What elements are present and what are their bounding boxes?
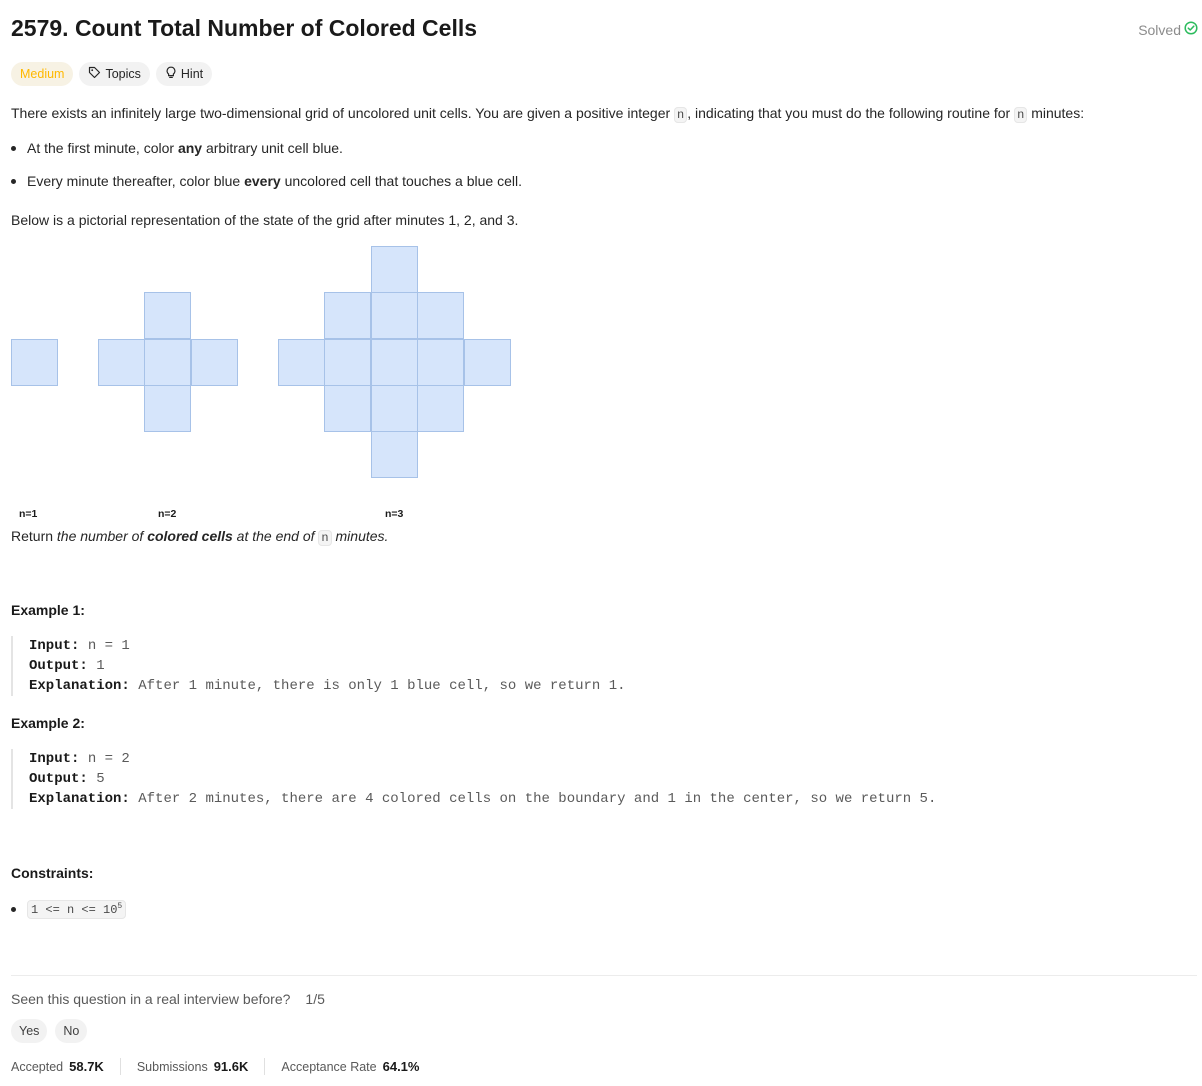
interview-count: 1/5 — [305, 991, 325, 1007]
explanation-text: After 1 minute, there is only 1 blue cel… — [138, 678, 626, 694]
blue-cell — [371, 292, 418, 339]
acceptance-rate-stat: Acceptance Rate 64.1% — [281, 1059, 419, 1074]
stats-bar: Accepted 58.7K Submissions 91.6K Acceptanc… — [11, 1058, 419, 1075]
return-italic-3: minutes. — [331, 528, 389, 544]
accepted-stat: Accepted 58.7K — [11, 1059, 104, 1074]
input-label: Input: — [29, 751, 80, 767]
blue-cell — [324, 339, 371, 386]
inline-code-n: n — [1014, 107, 1028, 123]
inline-code-n: n — [318, 530, 332, 546]
interview-prompt: Seen this question in a real interview b… — [11, 991, 325, 1007]
explanation-text: After 2 minutes, there are 4 colored cel… — [138, 791, 937, 807]
blue-cell — [464, 339, 511, 386]
interview-buttons: Yes No — [11, 1019, 88, 1043]
blue-cell — [278, 339, 325, 386]
blue-cell — [144, 385, 191, 432]
stat-separator — [264, 1058, 266, 1075]
blue-cell — [11, 339, 58, 386]
figure-label-n1: n=1 — [19, 508, 38, 520]
acceptance-rate-label: Acceptance Rate — [281, 1060, 377, 1074]
bullet-dot — [11, 907, 16, 912]
solved-status: Solved — [1138, 21, 1198, 38]
grid-figure: n=1 n=2 n=3 — [0, 0, 600, 530]
blue-cell — [371, 385, 418, 432]
yes-button[interactable]: Yes — [11, 1019, 48, 1043]
input-value: n = 2 — [87, 751, 130, 767]
accepted-value: 58.7K — [69, 1059, 104, 1074]
blue-cell — [191, 339, 238, 386]
blue-cell — [144, 339, 191, 386]
output-value: 1 — [96, 658, 105, 674]
divider — [11, 975, 1197, 976]
blue-cell — [371, 431, 418, 478]
blue-cell — [98, 339, 145, 386]
acceptance-rate-value: 64.1% — [382, 1059, 420, 1074]
explanation-label: Explanation: — [29, 678, 130, 694]
example-1-block: Input: n = 1 Output: 1 Explanation: Afte… — [11, 636, 626, 696]
return-bold: colored cells — [147, 528, 233, 544]
input-label: Input: — [29, 638, 80, 654]
blue-cell — [324, 385, 371, 432]
submissions-value: 91.6K — [213, 1059, 249, 1074]
solved-label: Solved — [1138, 21, 1181, 38]
constraint-item: 1 <= n <= 105 — [11, 900, 127, 919]
blue-cell — [371, 339, 418, 386]
output-label: Output: — [29, 658, 88, 674]
input-value: n = 1 — [87, 638, 130, 654]
return-italic-2: at the end of — [232, 528, 319, 544]
figure-label-n2: n=2 — [158, 508, 177, 520]
blue-cell — [417, 339, 464, 386]
intro-text-2: , indicating that you must do the follow… — [687, 105, 1015, 121]
submissions-stat: Submissions 91.6K — [137, 1059, 249, 1074]
figure-label-n3: n=3 — [385, 508, 404, 520]
return-italic-1: the number of — [56, 528, 148, 544]
accepted-label: Accepted — [11, 1060, 64, 1074]
return-statement: Return the number of colored cells at th… — [11, 526, 388, 548]
blue-cell — [417, 292, 464, 339]
example-2-heading: Example 2: — [11, 715, 85, 731]
example-2-block: Input: n = 2 Output: 5 Explanation: Afte… — [11, 749, 936, 809]
constraint-exponent: 5 — [117, 902, 123, 911]
check-circle-icon — [1184, 21, 1198, 38]
output-label: Output: — [29, 771, 88, 787]
intro-text-3: minutes: — [1027, 105, 1085, 121]
blue-cell — [144, 292, 191, 339]
stat-separator — [119, 1058, 121, 1075]
output-value: 5 — [96, 771, 105, 787]
inline-code-n: n — [674, 107, 688, 123]
submissions-label: Submissions — [136, 1060, 208, 1074]
example-1-heading: Example 1: — [11, 602, 85, 618]
explanation-label: Explanation: — [29, 791, 130, 807]
constraint-base: 1 <= n <= 10 — [31, 903, 118, 917]
blue-cell — [324, 292, 371, 339]
return-pre: Return — [11, 528, 57, 544]
interview-question: Seen this question in a real interview b… — [11, 991, 291, 1007]
constraints-heading: Constraints: — [11, 865, 94, 881]
blue-cell — [417, 385, 464, 432]
no-button[interactable]: No — [55, 1019, 88, 1043]
constraint-code: 1 <= n <= 105 — [27, 900, 127, 919]
blue-cell — [371, 246, 418, 293]
